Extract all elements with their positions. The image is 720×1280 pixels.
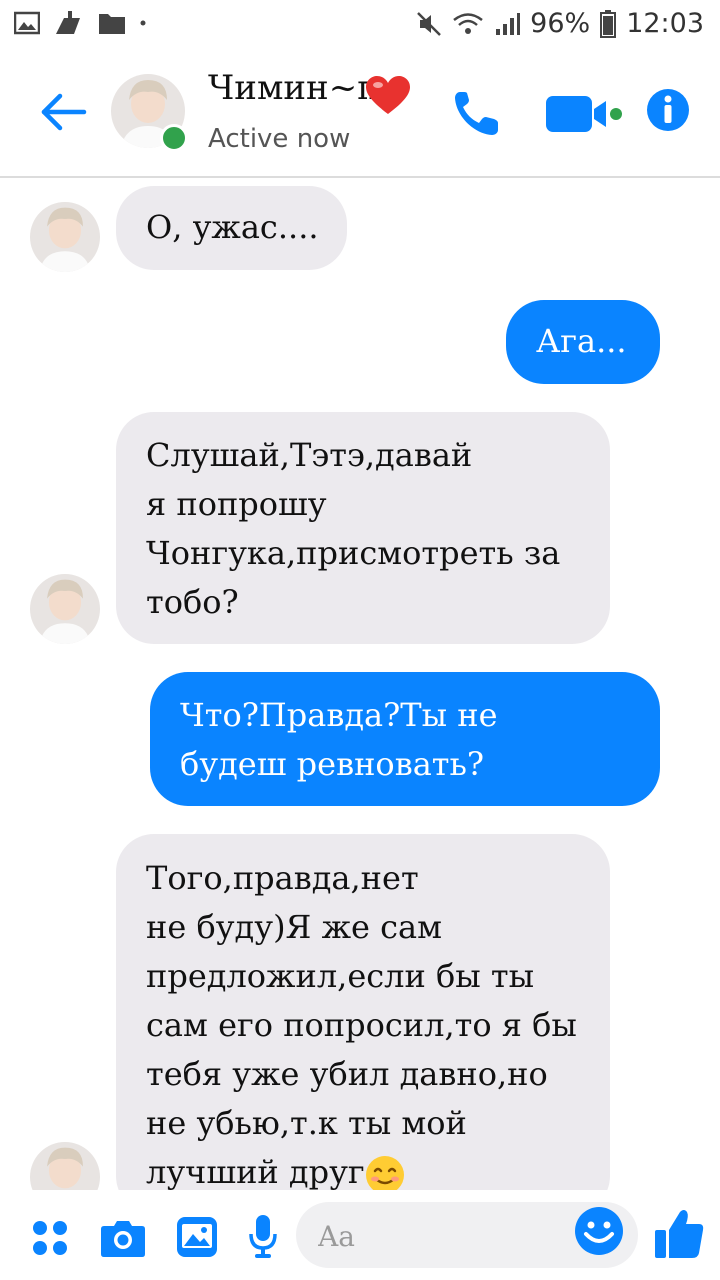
message-bubble-incoming[interactable]: О, ужас.... xyxy=(116,186,347,270)
message-text: Того,правда,нет не буду)Я же сам предлож… xyxy=(146,854,577,1190)
gallery-icon[interactable] xyxy=(176,1216,218,1258)
message-text: О, ужас.... xyxy=(146,208,319,246)
chat-header: Чимин~п Active now xyxy=(0,48,720,178)
info-icon[interactable] xyxy=(646,88,690,132)
battery-icon xyxy=(600,9,617,38)
dot-notification-icon xyxy=(140,20,146,26)
camera-icon[interactable] xyxy=(100,1218,146,1258)
sender-avatar[interactable] xyxy=(30,1142,100,1190)
status-bar: 96% 12:03 xyxy=(0,0,720,48)
folder-notification-icon xyxy=(99,14,125,34)
message-bubble-incoming[interactable]: Того,правда,нет не буду)Я же сам предлож… xyxy=(116,834,610,1190)
sender-avatar[interactable] xyxy=(30,202,100,272)
signal-icon xyxy=(496,12,521,35)
online-indicator xyxy=(160,124,188,152)
apps-grid-icon[interactable] xyxy=(32,1220,68,1256)
message-text: Слушай,Тэтэ,давай я попрошу Чонгука,прис… xyxy=(146,436,561,621)
message-input[interactable] xyxy=(316,1214,570,1258)
message-text: Ага... xyxy=(536,322,627,360)
wifi-icon xyxy=(453,12,483,34)
smiling-emoji-icon xyxy=(365,1155,404,1190)
clock: 12:03 xyxy=(626,8,704,39)
sender-avatar[interactable] xyxy=(30,574,100,644)
message-text: Что?Правда?Ты не будеш ревновать? xyxy=(180,696,498,783)
message-list[interactable]: О, ужас.... Ага... Слушай,Тэтэ,давай я п… xyxy=(0,178,720,1190)
message-bubble-outgoing[interactable]: Что?Правда?Ты не будеш ревновать? xyxy=(150,672,660,806)
contact-name[interactable]: Чимин~п xyxy=(208,68,380,108)
video-camera-icon[interactable] xyxy=(546,96,624,132)
mute-icon xyxy=(417,11,442,36)
emoji-icon[interactable] xyxy=(574,1206,624,1256)
message-bubble-outgoing[interactable]: Ага... xyxy=(506,300,660,384)
heart-icon xyxy=(366,76,410,114)
microphone-icon[interactable] xyxy=(248,1214,278,1260)
active-status: Active now xyxy=(208,124,351,154)
thumbs-up-icon[interactable] xyxy=(654,1208,704,1260)
message-composer xyxy=(0,1190,720,1280)
back-arrow-icon[interactable] xyxy=(36,84,92,140)
phone-icon[interactable] xyxy=(452,88,502,138)
gallery-notification-icon xyxy=(14,11,40,35)
message-text-body: Того,правда,нет не буду)Я же сам предлож… xyxy=(146,859,577,1190)
battery-percent: 96% xyxy=(530,8,591,39)
cleaner-notification-icon xyxy=(56,11,80,34)
message-bubble-incoming[interactable]: Слушай,Тэтэ,давай я попрошу Чонгука,прис… xyxy=(116,412,610,644)
